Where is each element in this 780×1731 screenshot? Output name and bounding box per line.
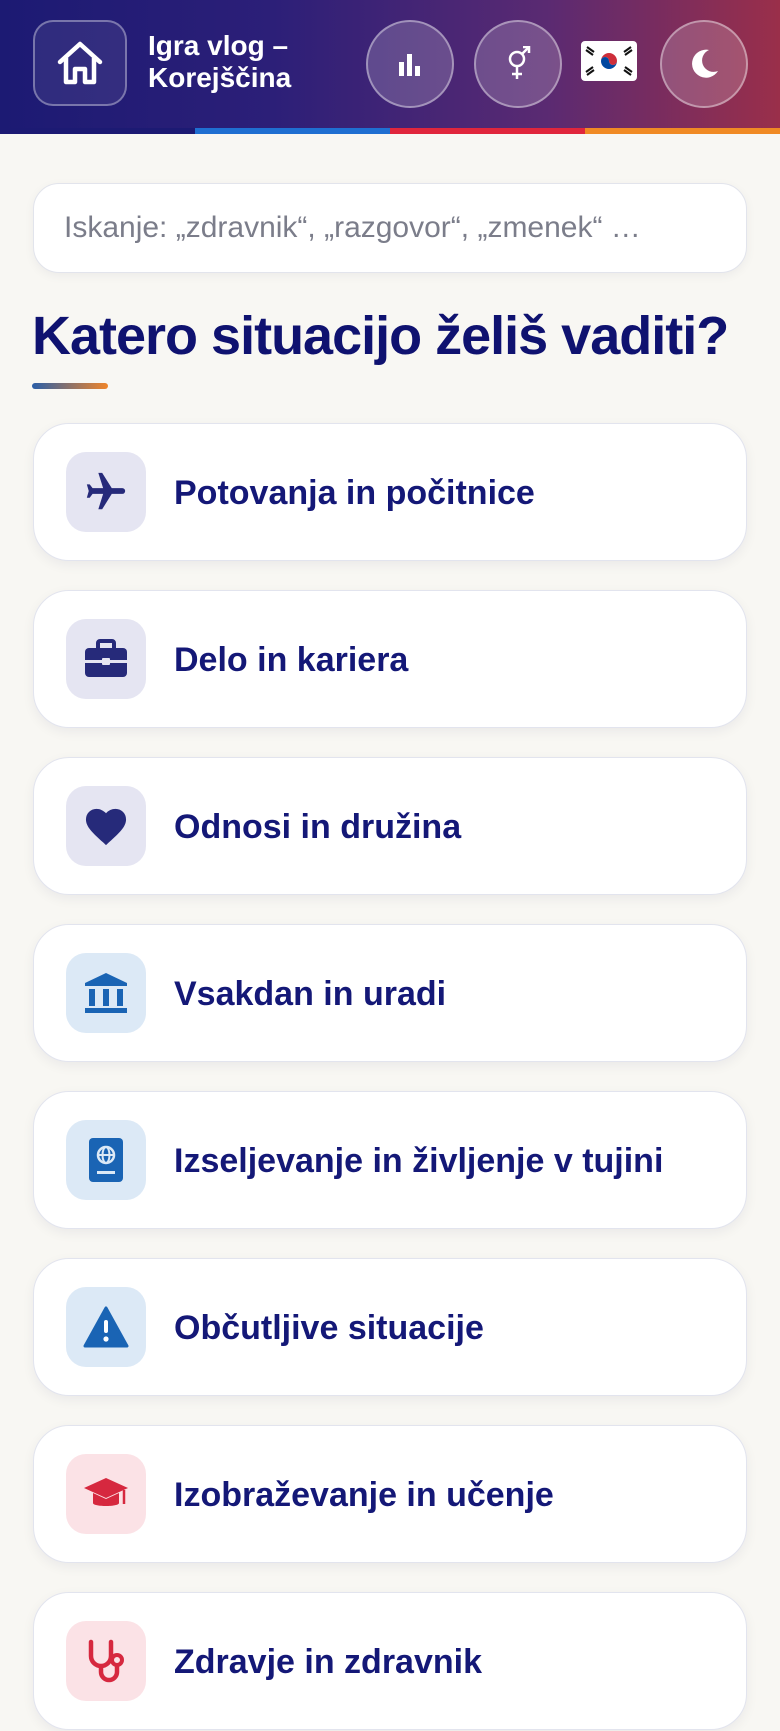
category-card-health[interactable]: Zdravje in zdravnik (33, 1592, 747, 1730)
category-card-work[interactable]: Delo in kariera (33, 590, 747, 728)
home-button[interactable] (33, 20, 127, 106)
language-flag-button[interactable] (580, 38, 638, 84)
category-label: Izseljevanje in življenje v tujini (174, 1142, 664, 1180)
heart-icon (66, 786, 146, 866)
category-card-travel[interactable]: Potovanja in počitnice (33, 423, 747, 561)
category-label: Potovanja in počitnice (174, 474, 535, 512)
category-card-education[interactable]: Izobraževanje in učenje (33, 1425, 747, 1563)
home-icon (57, 41, 103, 85)
stethoscope-icon (66, 1621, 146, 1701)
category-label: Delo in kariera (174, 641, 409, 679)
category-card-emigration[interactable]: Izseljevanje in življenje v tujini (33, 1091, 747, 1229)
briefcase-icon (66, 619, 146, 699)
gender-button[interactable] (474, 20, 562, 108)
category-label: Občutljive situacije (174, 1309, 484, 1347)
theme-toggle-button[interactable] (660, 20, 748, 108)
app-header: Igra vlog – Korejščina (0, 0, 780, 128)
page-title: Katero situacijo želiš vaditi? (32, 306, 729, 366)
bank-icon (66, 953, 146, 1033)
south-korea-flag-icon (581, 41, 637, 81)
category-label: Zdravje in zdravnik (174, 1643, 482, 1681)
category-label: Izobraževanje in učenje (174, 1476, 554, 1514)
category-label: Vsakdan in uradi (174, 975, 447, 1013)
category-card-sensitive[interactable]: Občutljive situacije (33, 1258, 747, 1396)
gender-icon (508, 46, 531, 79)
warning-icon (66, 1287, 146, 1367)
title-underline (32, 383, 108, 389)
header-color-stripe (0, 128, 780, 134)
stats-button[interactable] (366, 20, 454, 108)
category-card-daily-life[interactable]: Vsakdan in uradi (33, 924, 747, 1062)
airplane-icon (66, 452, 146, 532)
category-card-relationships[interactable]: Odnosi in družina (33, 757, 747, 895)
search-input[interactable]: Iskanje: „zdravnik“, „razgovor“, „zmenek… (33, 183, 747, 273)
passport-icon (66, 1120, 146, 1200)
app-title: Igra vlog – Korejščina (148, 30, 292, 93)
bar-chart-icon (399, 54, 420, 76)
graduation-cap-icon (66, 1454, 146, 1534)
category-label: Odnosi in družina (174, 808, 462, 846)
moon-icon (692, 49, 718, 78)
